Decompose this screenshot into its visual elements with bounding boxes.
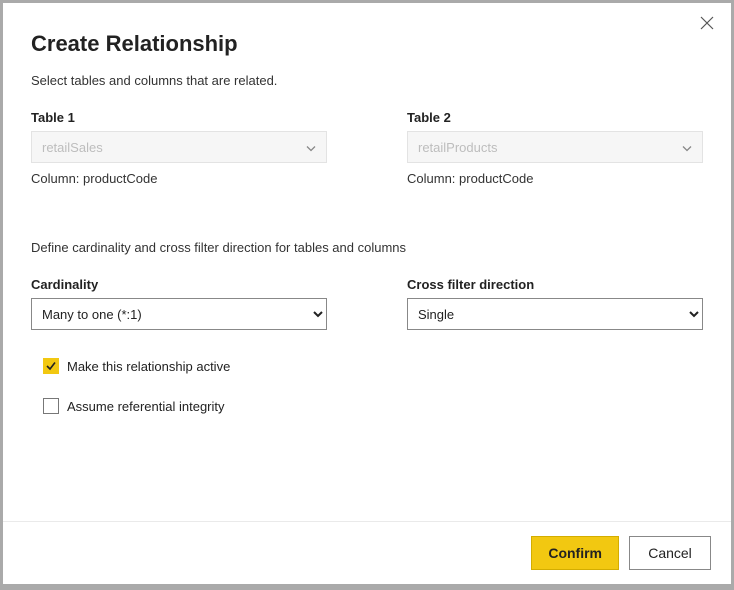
create-relationship-dialog: Create Relationship Select tables and co… [3, 3, 731, 584]
referential-integrity-label: Assume referential integrity [67, 399, 225, 414]
cardinality-help-text: Define cardinality and cross filter dire… [31, 240, 703, 255]
cancel-button[interactable]: Cancel [629, 536, 711, 570]
chevron-down-icon [306, 140, 316, 155]
table1-label: Table 1 [31, 110, 327, 125]
dialog-footer: Confirm Cancel [3, 521, 731, 584]
table2-column: Column: productCode [407, 171, 703, 186]
cardinality-label: Cardinality [31, 277, 327, 292]
dialog-subtitle: Select tables and columns that are relat… [31, 73, 703, 88]
table2-select-value: retailProducts [418, 140, 497, 155]
table2-select[interactable]: retailProducts [407, 131, 703, 163]
cross-filter-label: Cross filter direction [407, 277, 703, 292]
chevron-down-icon [682, 140, 692, 155]
cardinality-select[interactable]: Many to one (*:1) [31, 298, 327, 330]
cross-filter-select[interactable]: Single [407, 298, 703, 330]
close-icon[interactable] [697, 13, 717, 33]
confirm-button[interactable]: Confirm [531, 536, 619, 570]
table1-select[interactable]: retailSales [31, 131, 327, 163]
referential-integrity-checkbox[interactable] [43, 398, 59, 414]
active-checkbox[interactable] [43, 358, 59, 374]
table1-select-value: retailSales [42, 140, 103, 155]
table2-label: Table 2 [407, 110, 703, 125]
dialog-title: Create Relationship [31, 31, 703, 57]
active-checkbox-label: Make this relationship active [67, 359, 230, 374]
table1-column: Column: productCode [31, 171, 327, 186]
